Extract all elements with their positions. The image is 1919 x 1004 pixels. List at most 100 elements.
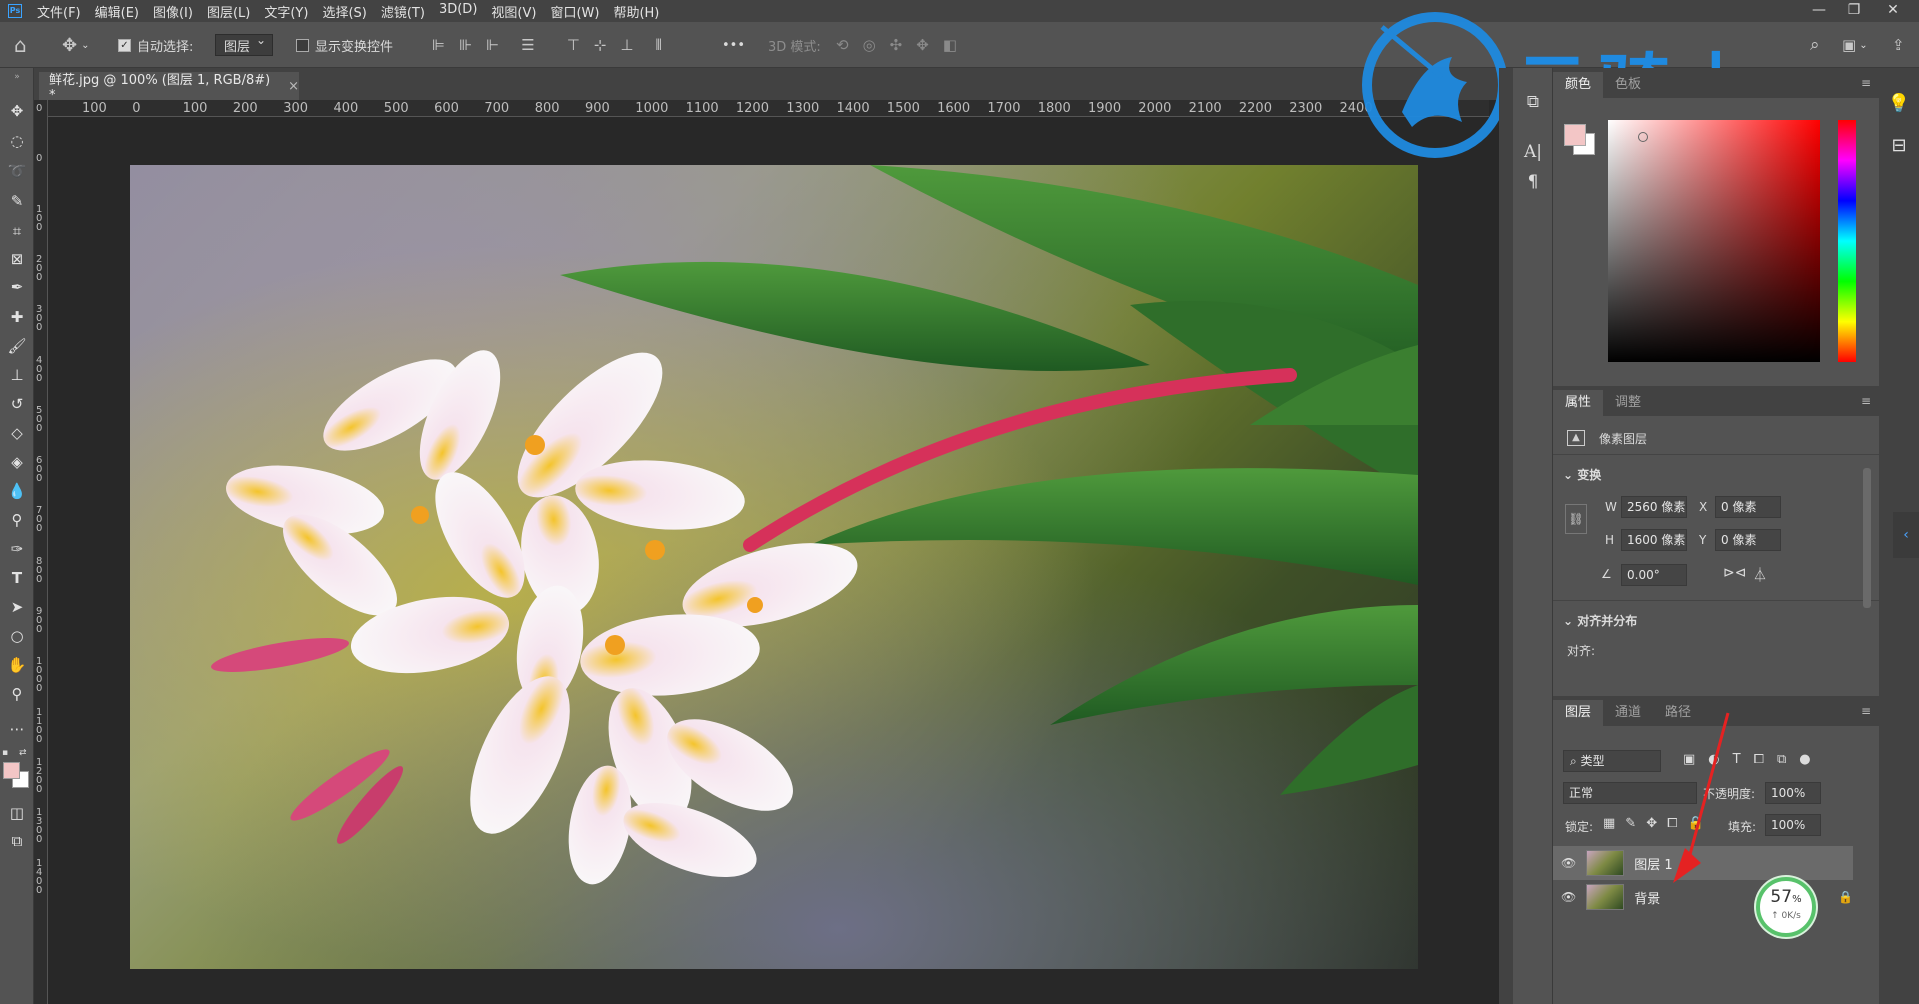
height-field[interactable]: 1600 像素 <box>1621 529 1687 551</box>
quick-select-tool-icon[interactable]: ✎ <box>0 188 34 214</box>
crop-tool-icon[interactable]: ⌗ <box>0 218 34 244</box>
align-left-icon[interactable]: ⊫ <box>432 36 445 54</box>
flip-vertical-icon[interactable]: ⏃ <box>1753 565 1767 585</box>
minimize-button[interactable]: — <box>1804 0 1834 22</box>
layer-name[interactable]: 背景 <box>1634 888 1660 907</box>
hue-slider[interactable] <box>1838 120 1856 362</box>
properties-scrollbar[interactable] <box>1863 468 1871 608</box>
tab-swatches[interactable]: 色板 <box>1603 72 1653 98</box>
panel-dock-divider[interactable] <box>1499 68 1513 1004</box>
auto-select-checkbox[interactable]: ✓ 自动选择: <box>118 22 193 68</box>
tab-channels[interactable]: 通道 <box>1603 700 1653 726</box>
ellipse-tool-icon[interactable]: ○ <box>0 623 34 649</box>
expand-panel-icon[interactable]: ‹ <box>1893 512 1919 558</box>
visibility-eye-icon[interactable]: 👁 <box>1561 890 1576 904</box>
paragraph-panel-icon[interactable]: ¶ <box>1513 168 1553 196</box>
slide-3d-icon[interactable]: ✥ <box>916 36 929 54</box>
menu-item[interactable]: 帮助(H) <box>606 2 666 21</box>
color-saturation-field[interactable] <box>1608 120 1820 362</box>
tab-adjustments[interactable]: 调整 <box>1603 390 1653 416</box>
align-right-icon[interactable]: ⊩ <box>486 36 499 54</box>
filter-type-icon[interactable]: T <box>1733 752 1741 767</box>
filter-shape-icon[interactable]: ⧠ <box>1754 752 1764 767</box>
color-panel-foreground[interactable] <box>1564 124 1586 146</box>
distribute-vertical-icon[interactable]: ☰ <box>521 36 534 54</box>
horizontal-ruler[interactable]: 100 0 100 200 300 400 500 600 700 800 900 1000 1100 1… <box>48 100 1489 117</box>
home-icon[interactable]: ⌂ <box>14 22 27 68</box>
menu-item[interactable]: 编辑(E) <box>88 2 146 21</box>
close-window-button[interactable]: ✕ <box>1878 0 1908 22</box>
swap-colors-icon[interactable]: ⇄ <box>19 748 31 758</box>
collapse-toolbar-icon[interactable]: » <box>0 72 34 82</box>
photoshop-logo-icon[interactable]: Ps <box>0 0 30 22</box>
align-top-icon[interactable]: ⊤ <box>567 36 580 54</box>
move-tool-preset-button[interactable]: ✥ ⌄ <box>62 22 89 68</box>
share-icon[interactable]: ⇪ <box>1892 22 1905 68</box>
align-bottom-icon[interactable]: ⊥ <box>620 36 633 54</box>
libraries-panel-icon[interactable]: ⊟ <box>1879 130 1919 162</box>
clone-stamp-tool-icon[interactable]: ⊥ <box>0 362 34 388</box>
fill-field[interactable]: 100% <box>1765 814 1821 836</box>
history-panel-icon[interactable]: ⧉ <box>1513 88 1553 116</box>
y-field[interactable]: 0 像素 <box>1715 529 1781 551</box>
tab-layers[interactable]: 图层 <box>1553 700 1604 726</box>
default-colors-icon[interactable]: ▪ <box>2 748 14 758</box>
color-picker-cursor[interactable] <box>1638 132 1648 142</box>
path-selection-tool-icon[interactable]: ➤ <box>0 594 34 620</box>
tab-properties[interactable]: 属性 <box>1553 390 1604 416</box>
blur-tool-icon[interactable]: 💧 <box>0 478 34 504</box>
panel-menu-icon[interactable]: ≡ <box>1861 704 1871 718</box>
menu-item[interactable]: 文字(Y) <box>257 2 315 21</box>
menu-item[interactable]: 图像(I) <box>146 2 200 21</box>
character-panel-icon[interactable]: A| <box>1513 138 1553 166</box>
healing-brush-tool-icon[interactable]: ✚ <box>0 304 34 330</box>
quick-mask-icon[interactable]: ◫ <box>0 800 34 826</box>
visibility-eye-icon[interactable]: 👁 <box>1561 856 1576 870</box>
filter-smart-object-icon[interactable]: ⧉ <box>1777 752 1786 767</box>
edit-toolbar-icon[interactable]: ⋯ <box>0 716 34 742</box>
search-icon[interactable]: ⌕ <box>1810 22 1820 68</box>
learn-panel-icon[interactable]: 💡 <box>1879 88 1919 120</box>
drag-3d-icon[interactable]: ✣ <box>890 36 903 54</box>
type-tool-icon[interactable]: T <box>0 565 34 591</box>
dodge-tool-icon[interactable]: ⚲ <box>0 507 34 533</box>
link-dimensions-icon[interactable]: ⛓ <box>1565 504 1587 534</box>
zoom-tool-icon[interactable]: ⚲ <box>0 681 34 707</box>
move-tool-icon[interactable]: ✥ <box>0 98 34 124</box>
lock-position-icon[interactable]: ✥ <box>1646 816 1657 831</box>
align-section-toggle[interactable]: ⌄ 对齐并分布 <box>1563 612 1637 629</box>
scale-3d-icon[interactable]: ◧ <box>943 36 957 54</box>
menu-item[interactable]: 选择(S) <box>315 2 373 21</box>
menu-item[interactable]: 窗口(W) <box>543 2 606 21</box>
auto-select-target-dropdown[interactable]: 图层 <box>215 22 274 68</box>
angle-field[interactable]: 0.00° <box>1621 564 1687 586</box>
auto-select-target-value[interactable]: 图层 <box>215 33 274 56</box>
pen-tool-icon[interactable]: ✑ <box>0 536 34 562</box>
lock-transparent-icon[interactable]: ▦ <box>1603 816 1615 831</box>
distribute-horizontal-icon[interactable]: ⦀ <box>655 36 662 54</box>
width-field[interactable]: 2560 像素 <box>1621 496 1687 518</box>
show-transform-checkbox[interactable]: 显示变换控件 <box>296 22 393 68</box>
network-speed-widget[interactable]: 57% ↑ 0K/s <box>1756 877 1816 937</box>
eyedropper-tool-icon[interactable]: ✒ <box>0 274 34 300</box>
menu-item[interactable]: 图层(L) <box>200 2 257 21</box>
opacity-field[interactable]: 100% <box>1765 782 1821 804</box>
orbit-3d-icon[interactable]: ⟲ <box>836 36 849 54</box>
align-middle-icon[interactable]: ⊹ <box>594 36 607 54</box>
filter-toggle-icon[interactable]: ● <box>1799 752 1810 767</box>
menu-item[interactable]: 滤镜(T) <box>374 2 432 21</box>
tab-color[interactable]: 颜色 <box>1553 72 1604 98</box>
workspace-icon[interactable]: ▣ ⌄ <box>1842 22 1868 68</box>
menu-item[interactable]: 视图(V) <box>484 2 543 21</box>
x-field[interactable]: 0 像素 <box>1715 496 1781 518</box>
tab-close-icon[interactable]: × <box>288 79 299 94</box>
vertical-ruler[interactable]: 0 0 1 0 0 2 0 0 3 0 0 4 0 0 5 0 0 6 0 0 7 0 0 8 0… <box>34 100 48 1004</box>
menu-item[interactable]: 3D(D) <box>432 2 484 21</box>
history-brush-tool-icon[interactable]: ↺ <box>0 391 34 417</box>
document-tab[interactable]: 鲜花.jpg @ 100% (图层 1, RGB/8#) * × <box>39 72 299 103</box>
paint-bucket-tool-icon[interactable]: ◈ <box>0 449 34 475</box>
foreground-color-swatch[interactable] <box>3 762 20 779</box>
transform-section-toggle[interactable]: ⌄ 变换 <box>1563 466 1601 483</box>
frame-tool-icon[interactable]: ⊠ <box>0 246 34 272</box>
lock-pixels-icon[interactable]: ✎ <box>1625 816 1636 831</box>
